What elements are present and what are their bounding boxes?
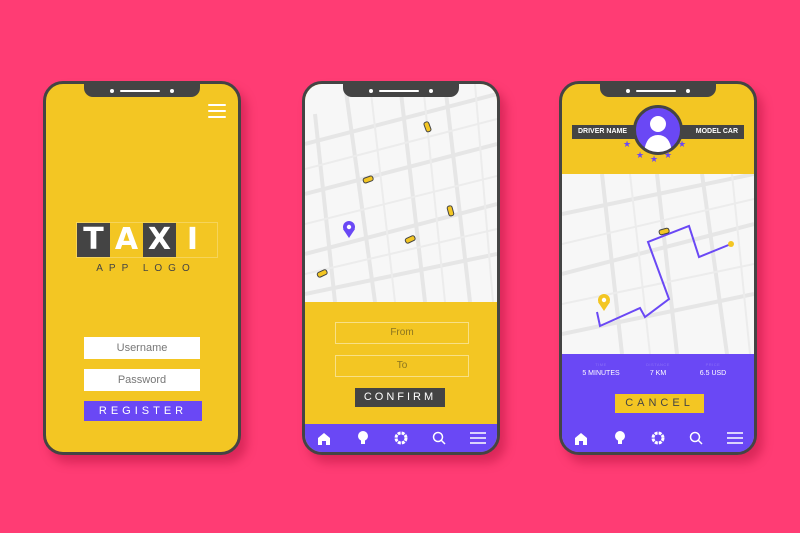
star-icon: ★ (636, 150, 645, 160)
login-phone: T A X I APP LOGO Username Password REGIS… (43, 81, 241, 455)
model-car: MODEL CAR (695, 128, 738, 135)
trip-price: PRICE 6.5 USD (699, 362, 727, 377)
taxi-logo: T A X I (76, 222, 218, 258)
settings-icon[interactable] (392, 429, 410, 447)
trip-time: TIME 5 MINUTES (582, 362, 620, 377)
city-map[interactable] (305, 84, 497, 302)
star-icon: ★ (678, 139, 687, 149)
home-icon[interactable] (572, 429, 590, 447)
taxi-markers (316, 121, 455, 278)
person-icon (644, 116, 672, 152)
star-icon: ★ (664, 150, 673, 160)
taxi-icon (404, 235, 416, 244)
location-pin-icon (598, 294, 610, 311)
lightbulb-icon[interactable] (354, 429, 372, 447)
lightbulb-icon[interactable] (611, 429, 629, 447)
logo-letter: T (77, 223, 110, 257)
taxi-icon (446, 205, 455, 217)
ride-phone: DRIVER NAME MODEL CAR ★ ★ ★ ★ ★ TIME 5 M… (559, 81, 757, 455)
logo-letter: A (114, 222, 139, 257)
phone-notch (600, 84, 716, 97)
cancel-button[interactable]: CANCEL (615, 394, 704, 413)
menu-icon[interactable] (469, 429, 487, 447)
phone-notch (84, 84, 200, 97)
logo-letter: I (186, 222, 199, 257)
home-icon[interactable] (315, 429, 333, 447)
driver-avatar (633, 105, 683, 155)
route-overlay (596, 224, 734, 328)
route-map[interactable] (562, 174, 754, 354)
booking-phone: From To CONFIRM (302, 81, 500, 455)
confirm-button[interactable]: CONFIRM (355, 388, 445, 407)
destination-dot (728, 241, 734, 247)
phone-notch (343, 84, 459, 97)
star-icon: ★ (623, 139, 632, 149)
settings-icon[interactable] (649, 429, 667, 447)
taxi-icon (316, 269, 328, 278)
bottom-nav (305, 424, 497, 452)
trip-distance: DISTANCE 7 KM (646, 362, 670, 377)
username-input[interactable]: Username (84, 337, 200, 359)
menu-icon[interactable] (726, 429, 744, 447)
logo-letter: X (143, 223, 176, 257)
logo-subtitle: APP LOGO (96, 263, 196, 274)
taxi-icon (423, 121, 432, 133)
location-pin-icon (343, 221, 355, 238)
bottom-nav (562, 424, 754, 452)
password-input[interactable]: Password (84, 369, 200, 391)
search-icon[interactable] (687, 429, 705, 447)
taxi-icon (362, 175, 374, 184)
search-icon[interactable] (430, 429, 448, 447)
star-icon: ★ (650, 154, 659, 164)
hamburger-icon[interactable] (208, 104, 226, 118)
register-button[interactable]: REGISTER (84, 401, 202, 421)
from-input[interactable]: From (335, 322, 469, 344)
to-input[interactable]: To (335, 355, 469, 377)
driver-name: DRIVER NAME (578, 128, 628, 135)
